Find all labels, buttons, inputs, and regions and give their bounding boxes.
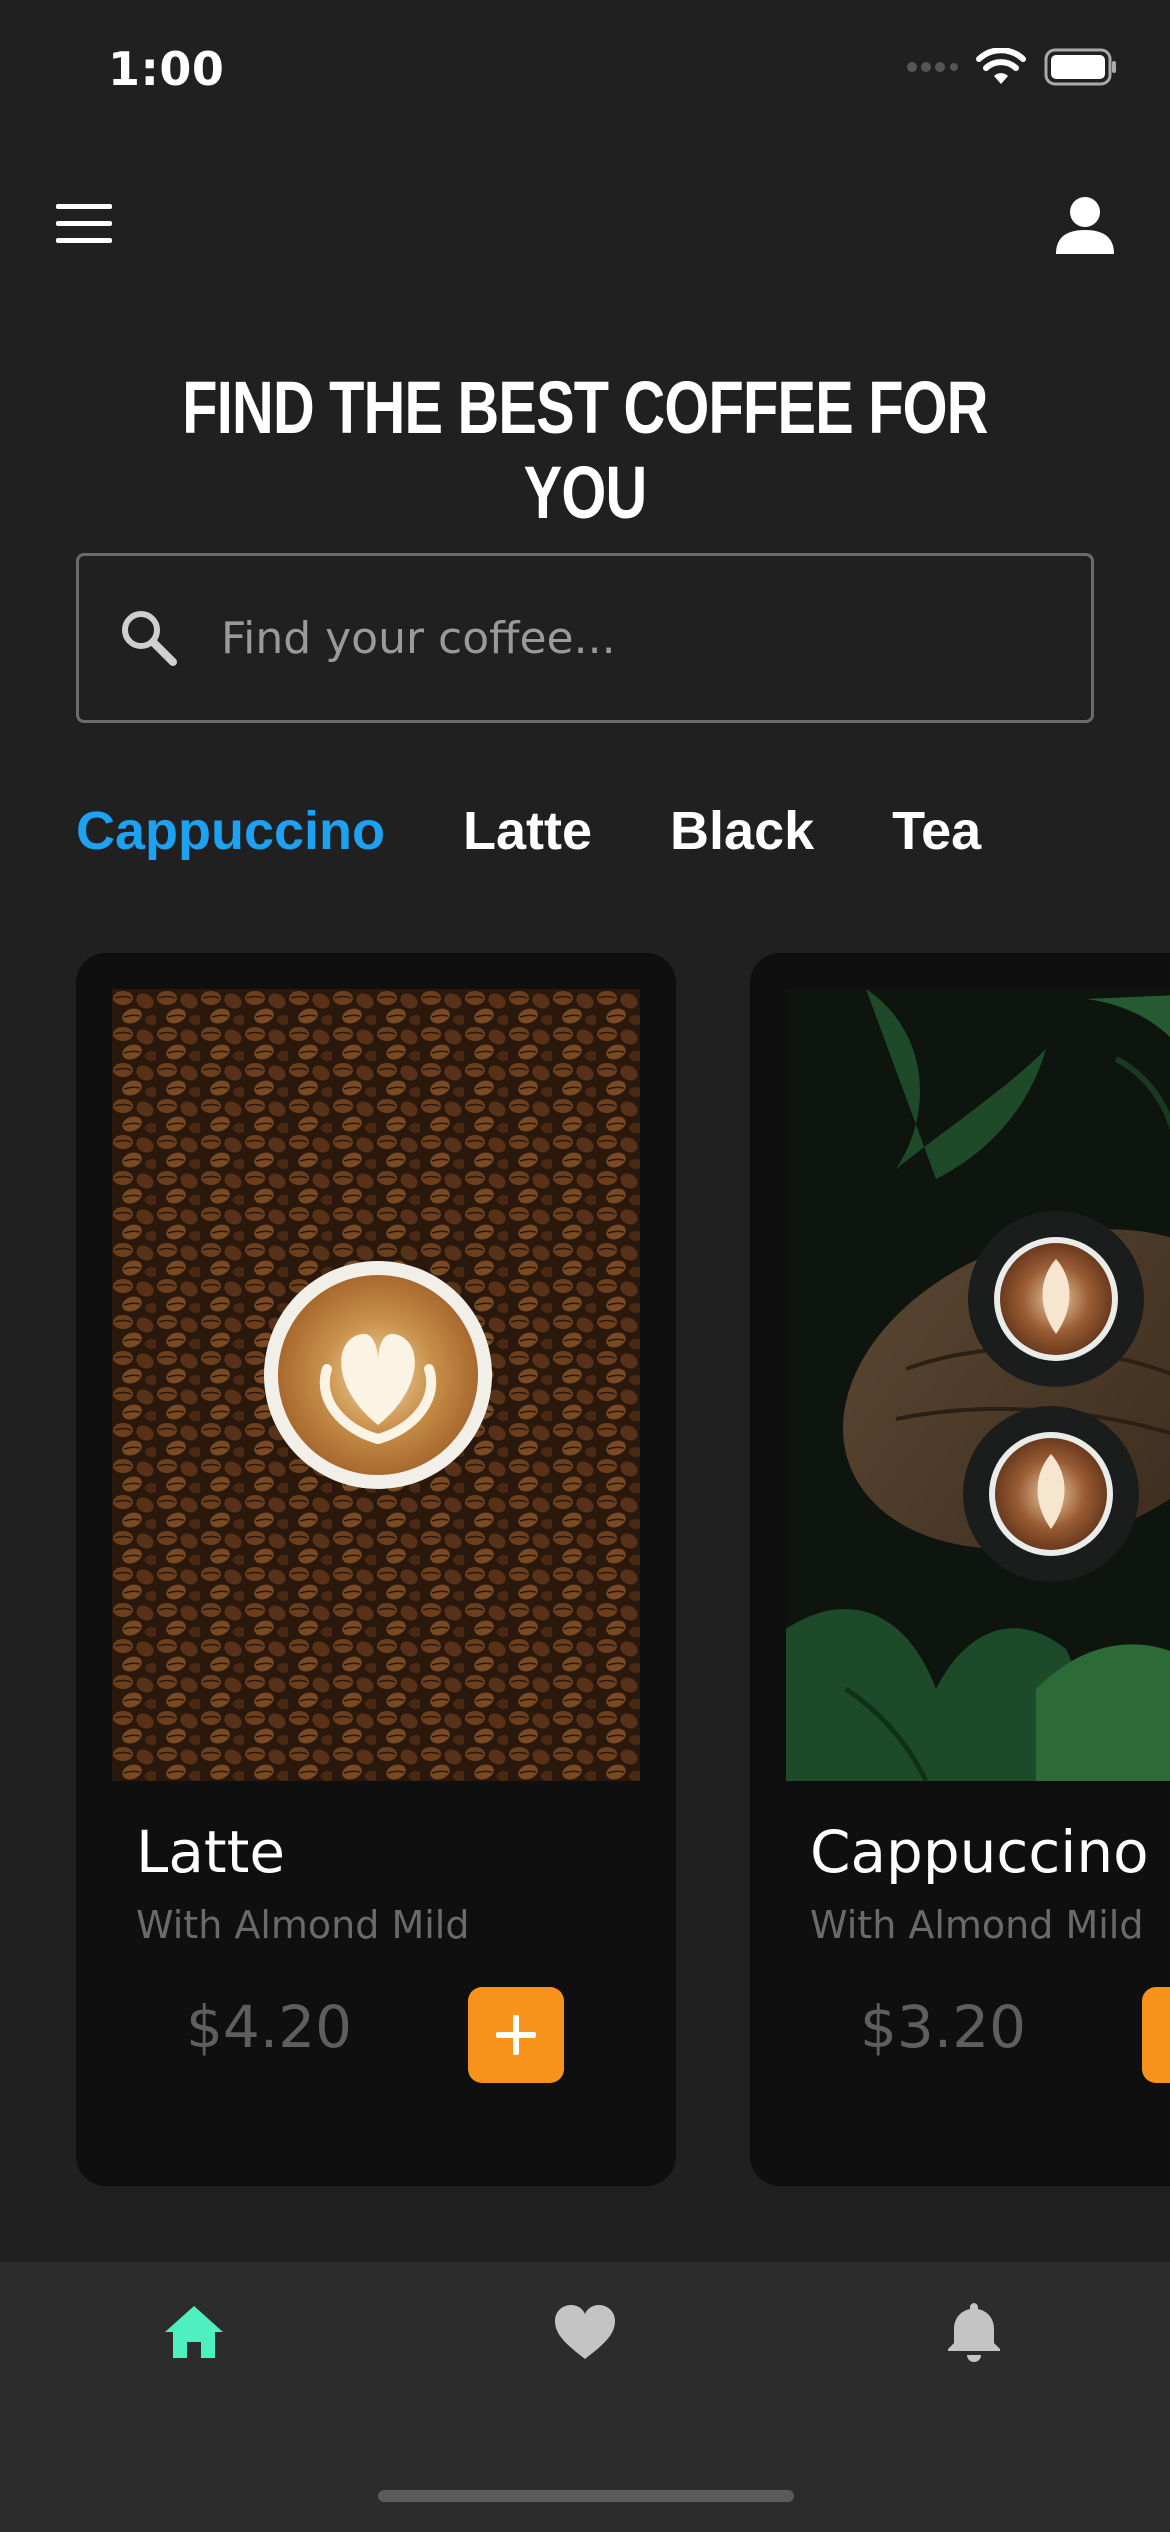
search-input[interactable]	[219, 611, 1091, 665]
product-name: Cappuccino	[810, 1818, 1149, 1886]
signal-icon	[907, 62, 958, 72]
search-icon	[122, 611, 177, 666]
latte-image	[112, 989, 640, 1781]
product-subtitle: With Almond Mild	[136, 1903, 470, 1947]
home-indicator[interactable]	[378, 2490, 794, 2502]
tab-latte[interactable]: Latte	[463, 800, 592, 862]
cappuccino-image	[786, 989, 1170, 1781]
product-price: $3.20	[860, 1993, 1027, 2061]
product-card-latte[interactable]: Latte With Almond Mild $4.20	[76, 953, 676, 2186]
coffee-app-screen: 1:00 FIND THE BEST COFFEE FOR YOU Find y…	[0, 0, 1170, 2532]
heart-icon	[555, 2305, 615, 2359]
wifi-icon	[976, 48, 1026, 84]
product-price: $4.20	[186, 1993, 353, 2061]
search-box[interactable]	[76, 553, 1094, 723]
tab-black[interactable]: Black	[670, 800, 814, 862]
nav-favorites[interactable]	[545, 2292, 625, 2372]
bell-icon	[948, 2303, 1000, 2362]
status-time: 1:00	[108, 42, 225, 96]
add-to-cart-button[interactable]	[1142, 1987, 1170, 2083]
nav-home[interactable]	[154, 2292, 234, 2372]
tab-cappuccino[interactable]: Cappuccino	[76, 800, 385, 862]
page-title: FIND THE BEST COFFEE FOR YOU	[182, 366, 988, 534]
user-icon[interactable]	[1056, 196, 1114, 254]
plus-icon	[496, 2015, 536, 2055]
product-card-cappuccino[interactable]: Cappuccino With Almond Mild $3.20	[750, 953, 1170, 2186]
home-icon	[165, 2306, 223, 2358]
nav-notifications[interactable]	[934, 2292, 1014, 2372]
category-tabs: Cappuccino Latte Black Tea	[76, 800, 981, 862]
battery-icon	[1044, 48, 1116, 86]
product-name: Latte	[136, 1818, 286, 1886]
status-icons	[906, 48, 1118, 86]
hamburger-menu-icon[interactable]	[56, 204, 112, 244]
tab-tea[interactable]: Tea	[892, 800, 981, 862]
add-to-cart-button[interactable]	[468, 1987, 564, 2083]
product-subtitle: With Almond Mild	[810, 1903, 1144, 1947]
